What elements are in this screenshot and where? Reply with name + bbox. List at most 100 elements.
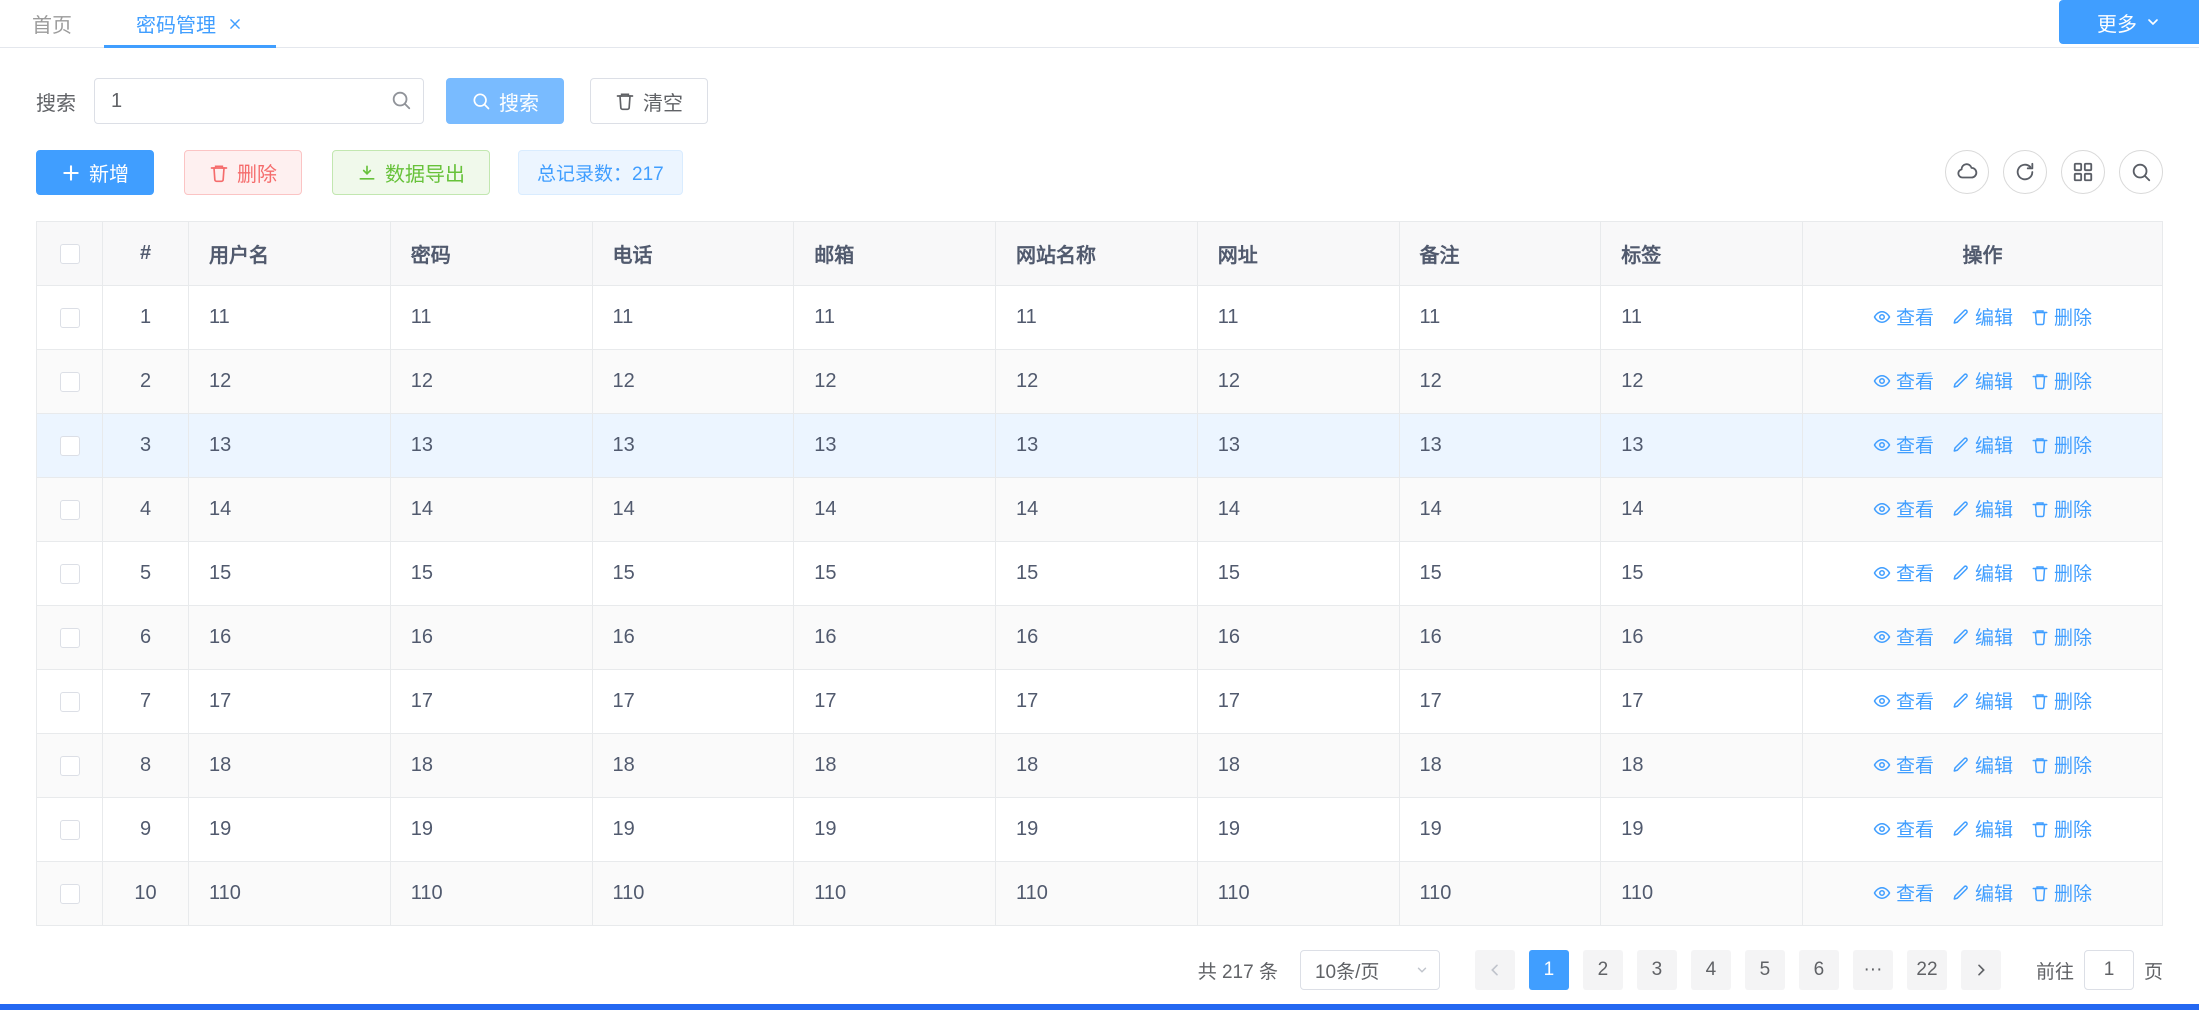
page-button[interactable]: 2 (1583, 950, 1623, 990)
edit-link[interactable]: 编辑 (1952, 495, 2013, 522)
table-cell: 14 (390, 478, 592, 542)
row-checkbox-cell (37, 862, 103, 926)
row-checkbox[interactable] (60, 692, 80, 712)
more-pages-button[interactable]: ··· (1853, 950, 1893, 990)
delete-link[interactable]: 删除 (2031, 495, 2092, 522)
table-row[interactable]: 10110110110110110110110110查看编辑删除 (37, 862, 2163, 926)
table-cell: 14 (1399, 478, 1601, 542)
delete-link[interactable]: 删除 (2031, 815, 2092, 842)
edit-link-label: 编辑 (1975, 751, 2013, 778)
row-index: 8 (103, 734, 189, 798)
add-button[interactable]: 新增 (36, 150, 154, 195)
page-button[interactable]: 5 (1745, 950, 1785, 990)
delete-link[interactable]: 删除 (2031, 687, 2092, 714)
search-button[interactable]: 搜索 (446, 78, 564, 124)
table-row[interactable]: 81818181818181818查看编辑删除 (37, 734, 2163, 798)
delete-button[interactable]: 删除 (184, 150, 302, 195)
select-all-checkbox[interactable] (60, 244, 80, 264)
view-link[interactable]: 查看 (1873, 623, 1934, 650)
row-index: 6 (103, 606, 189, 670)
next-page-button[interactable] (1961, 950, 2001, 990)
table-cell: 110 (996, 862, 1198, 926)
row-checkbox[interactable] (60, 500, 80, 520)
trash-icon (2031, 884, 2049, 902)
delete-link[interactable]: 删除 (2031, 367, 2092, 394)
search-input[interactable] (94, 78, 424, 124)
edit-link[interactable]: 编辑 (1952, 815, 2013, 842)
view-link-label: 查看 (1896, 367, 1934, 394)
delete-link[interactable]: 删除 (2031, 623, 2092, 650)
view-link[interactable]: 查看 (1873, 367, 1934, 394)
edit-link[interactable]: 编辑 (1952, 751, 2013, 778)
row-checkbox[interactable] (60, 372, 80, 392)
view-link[interactable]: 查看 (1873, 751, 1934, 778)
trash-icon (2031, 500, 2049, 518)
delete-link-label: 删除 (2054, 303, 2092, 330)
tab-password-management[interactable]: 密码管理 (104, 0, 276, 47)
refresh-button[interactable] (2003, 150, 2047, 194)
row-checkbox[interactable] (60, 884, 80, 904)
table-cell: 110 (1601, 862, 1803, 926)
table-row[interactable]: 71717171717171717查看编辑删除 (37, 670, 2163, 734)
table-row[interactable]: 11111111111111111查看编辑删除 (37, 286, 2163, 350)
edit-link[interactable]: 编辑 (1952, 687, 2013, 714)
table-row[interactable]: 21212121212121212查看编辑删除 (37, 350, 2163, 414)
view-link[interactable]: 查看 (1873, 815, 1934, 842)
goto-page-input[interactable] (2084, 950, 2134, 990)
tab-close-icon[interactable] (226, 15, 244, 33)
delete-link[interactable]: 删除 (2031, 559, 2092, 586)
more-button[interactable]: 更多 (2059, 0, 2199, 44)
delete-link[interactable]: 删除 (2031, 303, 2092, 330)
column-header-password: 密码 (390, 222, 592, 286)
row-checkbox[interactable] (60, 308, 80, 328)
edit-link[interactable]: 编辑 (1952, 303, 2013, 330)
page-button[interactable]: 3 (1637, 950, 1677, 990)
row-checkbox[interactable] (60, 756, 80, 776)
cloud-export-button[interactable] (1945, 150, 1989, 194)
edit-link[interactable]: 编辑 (1952, 879, 2013, 906)
table-cell: 11 (189, 286, 391, 350)
row-actions: 查看编辑删除 (1803, 798, 2163, 862)
table-row[interactable]: 91919191919191919查看编辑删除 (37, 798, 2163, 862)
page-button[interactable]: 6 (1799, 950, 1839, 990)
delete-link[interactable]: 删除 (2031, 431, 2092, 458)
row-checkbox-cell (37, 542, 103, 606)
prev-page-button[interactable] (1475, 950, 1515, 990)
view-link-label: 查看 (1896, 815, 1934, 842)
table-row[interactable]: 51515151515151515查看编辑删除 (37, 542, 2163, 606)
view-link[interactable]: 查看 (1873, 559, 1934, 586)
view-link[interactable]: 查看 (1873, 431, 1934, 458)
export-button[interactable]: 数据导出 (332, 150, 490, 195)
clear-button[interactable]: 清空 (590, 78, 708, 124)
table-row[interactable]: 41414141414141414查看编辑删除 (37, 478, 2163, 542)
edit-link[interactable]: 编辑 (1952, 559, 2013, 586)
table-cell: 16 (1399, 606, 1601, 670)
row-checkbox[interactable] (60, 564, 80, 584)
view-link[interactable]: 查看 (1873, 495, 1934, 522)
delete-link[interactable]: 删除 (2031, 879, 2092, 906)
view-link[interactable]: 查看 (1873, 687, 1934, 714)
page-size-select[interactable]: 10条/页 (1300, 950, 1440, 990)
edit-link-label: 编辑 (1975, 623, 2013, 650)
row-checkbox[interactable] (60, 628, 80, 648)
edit-link[interactable]: 编辑 (1952, 367, 2013, 394)
row-checkbox[interactable] (60, 820, 80, 840)
row-actions: 查看编辑删除 (1803, 862, 2163, 926)
columns-button[interactable] (2061, 150, 2105, 194)
table-row[interactable]: 61616161616161616查看编辑删除 (37, 606, 2163, 670)
delete-link[interactable]: 删除 (2031, 751, 2092, 778)
view-link[interactable]: 查看 (1873, 879, 1934, 906)
edit-link[interactable]: 编辑 (1952, 431, 2013, 458)
edit-link[interactable]: 编辑 (1952, 623, 2013, 650)
page-button[interactable]: 1 (1529, 950, 1569, 990)
page-button[interactable]: 4 (1691, 950, 1731, 990)
search-suffix-icon[interactable] (390, 89, 412, 111)
toggle-search-button[interactable] (2119, 150, 2163, 194)
tab-home[interactable]: 首页 (0, 0, 104, 47)
view-link[interactable]: 查看 (1873, 303, 1934, 330)
bottom-accent-bar (0, 1004, 2199, 1010)
row-checkbox[interactable] (60, 436, 80, 456)
page-button[interactable]: 22 (1907, 950, 1947, 990)
table-row[interactable]: 31313131313131313查看编辑删除 (37, 414, 2163, 478)
table-cell: 14 (1197, 478, 1399, 542)
